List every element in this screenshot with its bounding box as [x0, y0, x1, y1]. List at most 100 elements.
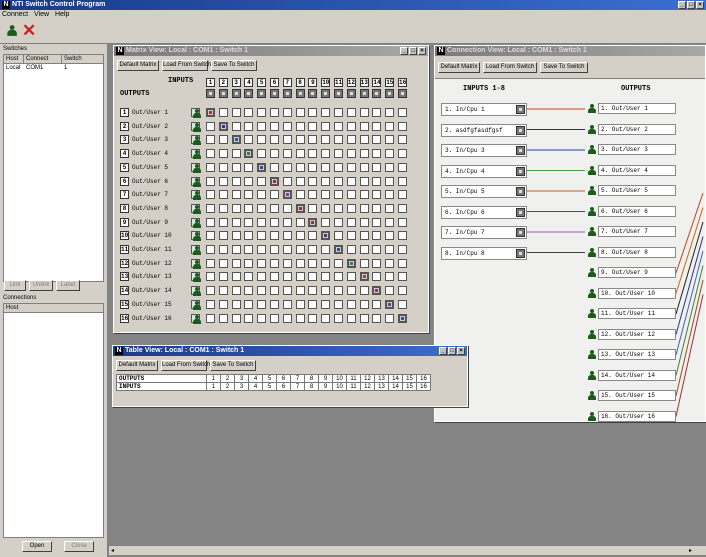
table-cell-input[interactable]: 10 — [332, 382, 347, 391]
matrix-cell[interactable] — [206, 258, 215, 268]
matrix-cell[interactable] — [334, 313, 343, 323]
matrix-cell[interactable] — [244, 108, 254, 117]
user-icon[interactable] — [191, 176, 201, 187]
input-icon[interactable] — [257, 89, 267, 98]
input-row[interactable]: 6. In/Cpu 6 — [441, 205, 527, 219]
matrix-cell[interactable] — [270, 299, 279, 309]
input-number-6[interactable]: 6 — [270, 78, 279, 87]
input-icon[interactable] — [334, 89, 343, 98]
matrix-cell[interactable] — [398, 203, 407, 213]
output-row[interactable]: 10. Out/User 10 — [598, 287, 676, 299]
user-icon[interactable] — [587, 124, 596, 134]
matrix-cell[interactable] — [218, 231, 228, 241]
matrix-cell[interactable] — [244, 299, 254, 309]
matrix-cell[interactable] — [295, 149, 305, 159]
col-host[interactable]: Host — [4, 55, 24, 63]
default-matrix-button[interactable]: Default Matrix — [116, 360, 158, 371]
matrix-cell[interactable] — [231, 258, 241, 268]
table-cell-input[interactable]: 3 — [234, 382, 249, 391]
matrix-cell[interactable] — [282, 121, 292, 131]
output-row[interactable]: 1. Out/User 1 — [598, 103, 676, 114]
table-cell-input[interactable]: 7 — [290, 382, 305, 391]
matrix-cell[interactable] — [206, 245, 215, 254]
menu-connect[interactable]: Connect — [2, 11, 28, 18]
input-icon[interactable] — [321, 89, 331, 98]
matrix-cell[interactable] — [295, 176, 305, 186]
matrix-cell[interactable] — [372, 245, 382, 254]
matrix-cell[interactable] — [359, 176, 369, 186]
input-icon[interactable] — [398, 89, 407, 98]
input-port-icon[interactable] — [516, 125, 525, 135]
matrix-cell[interactable] — [372, 258, 382, 268]
matrix-cell[interactable] — [385, 108, 395, 117]
table-cell-output[interactable]: 12 — [360, 374, 375, 383]
matrix-cell[interactable] — [218, 245, 228, 254]
user-icon[interactable] — [191, 245, 201, 255]
matrix-cell[interactable] — [295, 162, 305, 172]
output-row[interactable]: 5. Out/User 5 — [598, 185, 676, 196]
matrix-cell[interactable] — [398, 108, 407, 117]
col-connect[interactable]: Connect — [24, 55, 62, 63]
matrix-cell[interactable] — [372, 231, 382, 241]
matrix-cell[interactable] — [270, 313, 279, 323]
matrix-cell[interactable] — [257, 121, 267, 131]
matrix-cell[interactable] — [295, 286, 305, 296]
input-port-icon[interactable] — [516, 146, 525, 155]
matrix-cell[interactable] — [398, 176, 407, 186]
matrix-cell[interactable] — [334, 258, 343, 268]
input-icon[interactable] — [270, 89, 279, 98]
user-icon[interactable] — [587, 145, 596, 154]
input-port-icon[interactable] — [516, 228, 525, 237]
matrix-cell-connected[interactable] — [231, 135, 241, 145]
output-row[interactable]: 15. Out/User 15 — [598, 390, 676, 401]
output-row[interactable]: 8. Out/User 8 — [598, 246, 676, 258]
matrix-cell[interactable] — [398, 231, 407, 241]
table-cell-output[interactable]: 9 — [318, 374, 333, 383]
matrix-cell[interactable] — [346, 135, 356, 145]
table-cell-output[interactable]: 14 — [388, 374, 403, 383]
matrix-cell-connected[interactable] — [244, 149, 254, 159]
table-cell-input[interactable]: 5 — [262, 382, 277, 391]
matrix-cell[interactable] — [257, 299, 267, 309]
user-icon[interactable] — [587, 268, 596, 277]
matrix-cell[interactable] — [218, 217, 228, 227]
table-cell-input[interactable]: 8 — [304, 382, 319, 391]
input-icon[interactable] — [359, 89, 369, 98]
matrix-cell[interactable] — [372, 203, 382, 213]
matrix-cell[interactable] — [346, 286, 356, 296]
connect-person-icon[interactable] — [6, 25, 18, 37]
matrix-cell[interactable] — [257, 258, 267, 268]
table-cell-input[interactable]: 11 — [346, 382, 361, 391]
matrix-cell-connected[interactable] — [206, 108, 215, 117]
matrix-cell[interactable] — [346, 231, 356, 241]
matrix-cell[interactable] — [206, 231, 215, 241]
matrix-cell[interactable] — [295, 121, 305, 131]
matrix-cell[interactable] — [321, 286, 331, 296]
input-icon[interactable] — [218, 89, 228, 98]
default-matrix-button[interactable]: Default Matrix — [438, 62, 480, 73]
matrix-cell[interactable] — [385, 203, 395, 213]
matrix-cell[interactable] — [334, 286, 343, 296]
matrix-cell[interactable] — [385, 121, 395, 131]
matrix-cell[interactable] — [270, 162, 279, 172]
matrix-cell[interactable] — [282, 162, 292, 172]
matrix-cell[interactable] — [218, 286, 228, 296]
input-number-9[interactable]: 9 — [308, 78, 318, 87]
input-icon[interactable] — [372, 89, 382, 98]
close-button[interactable]: × — [418, 47, 426, 55]
table-cell-output[interactable]: 3 — [234, 374, 249, 383]
matrix-cell[interactable] — [334, 162, 343, 172]
matrix-cell[interactable] — [295, 217, 305, 227]
matrix-cell[interactable] — [334, 231, 343, 241]
matrix-cell[interactable] — [282, 258, 292, 268]
table-cell-input[interactable]: 2 — [220, 382, 235, 391]
matrix-cell[interactable] — [321, 203, 331, 213]
input-number-4[interactable]: 4 — [244, 78, 254, 87]
output-row[interactable]: 2. Out/User 2 — [598, 123, 676, 135]
matrix-cell[interactable] — [372, 272, 382, 282]
matrix-cell[interactable] — [206, 286, 215, 296]
menu-help[interactable]: Help — [55, 11, 69, 18]
matrix-cell[interactable] — [231, 313, 241, 323]
matrix-cell[interactable] — [308, 231, 318, 241]
matrix-cell[interactable] — [244, 245, 254, 254]
